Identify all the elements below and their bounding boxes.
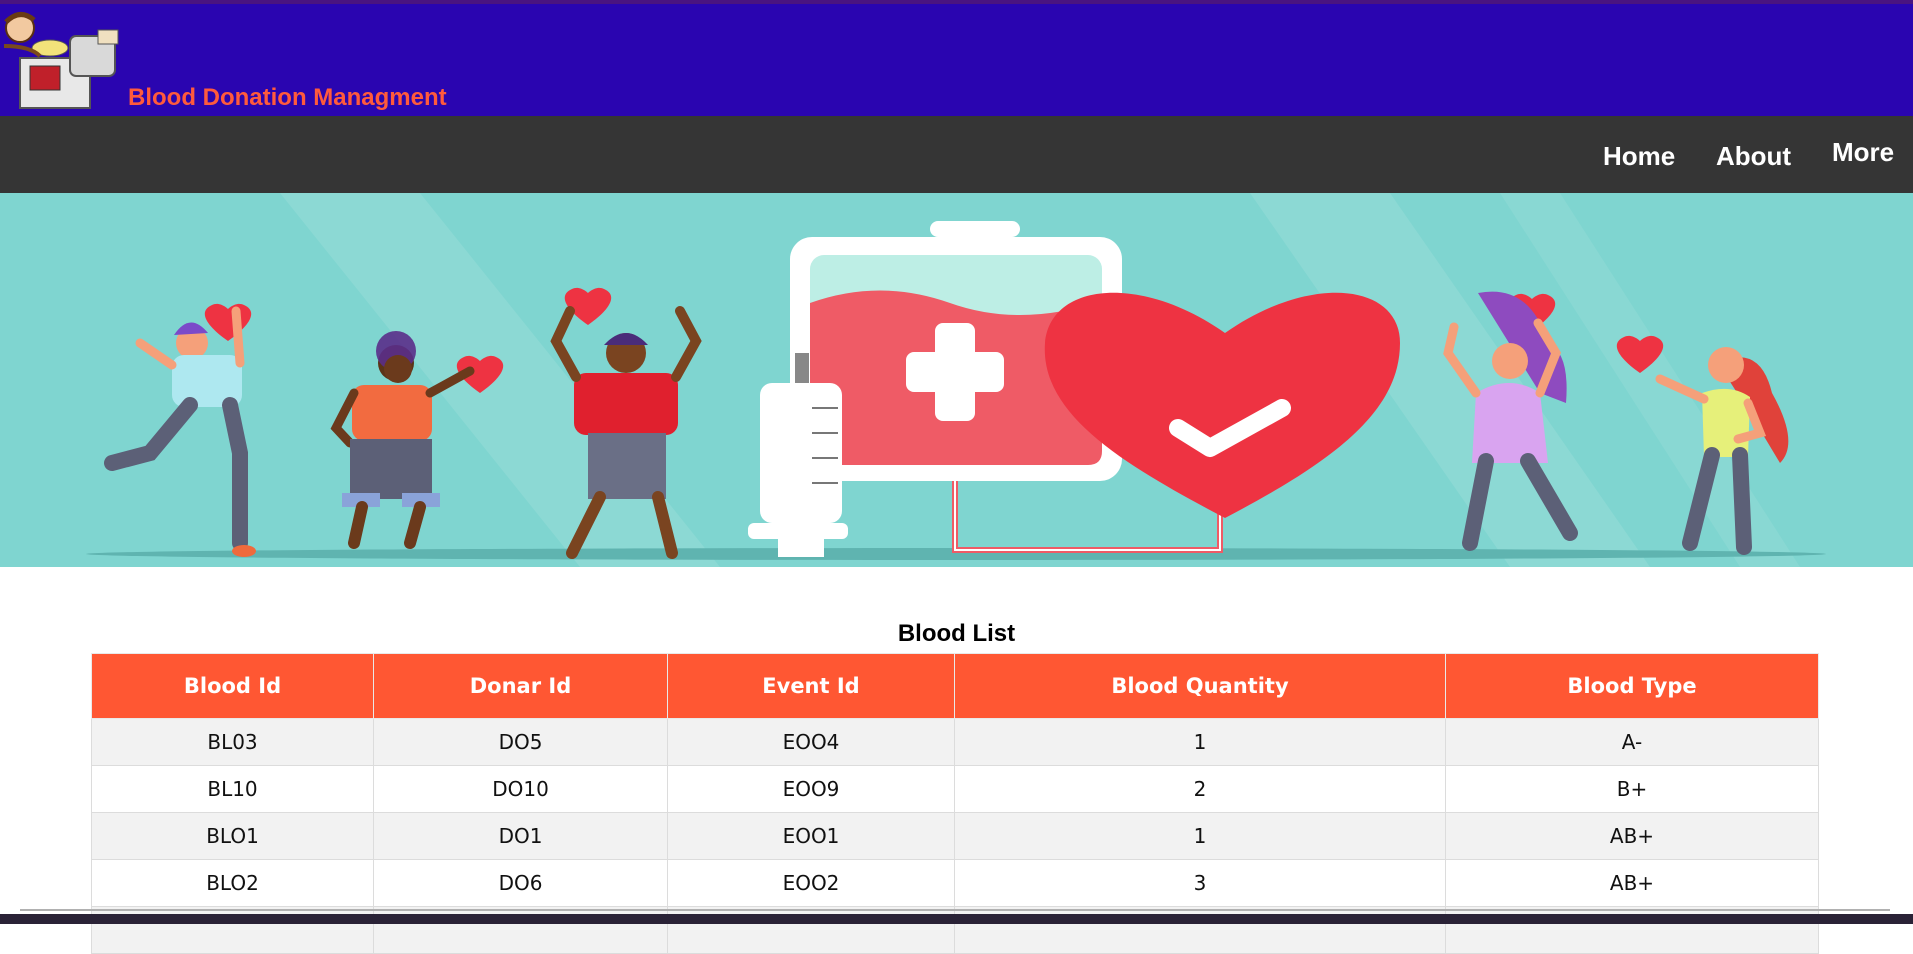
nav-home-link[interactable]: Home — [1603, 141, 1675, 172]
cell-blood-id: BLO2 — [91, 859, 374, 907]
main-nav: Home About More — [0, 116, 1913, 193]
column-header-event-id: Event Id — [667, 653, 955, 719]
column-header-blood-type: Blood Type — [1445, 653, 1819, 719]
cell-event-id: EOO1 — [667, 812, 955, 860]
cell-blood-quantity: 1 — [954, 812, 1446, 860]
cell-blood-quantity: 3 — [954, 859, 1446, 907]
table-row: BL03 DO5 EOO4 1 A- — [91, 718, 1819, 766]
cell-blood-quantity: 1 — [954, 718, 1446, 766]
cell-event-id: EOO2 — [667, 859, 955, 907]
table-row: BLO1 DO1 EOO1 1 AB+ — [91, 812, 1819, 860]
cell-blood-quantity: 2 — [954, 765, 1446, 813]
logo — [3, 12, 119, 109]
column-header-blood-id: Blood Id — [91, 653, 374, 719]
column-header-donar-id: Donar Id — [373, 653, 668, 719]
cell-blood-type: B+ — [1445, 765, 1819, 813]
app-title: Blood Donation Managment — [128, 84, 447, 111]
horizontal-scrollbar[interactable] — [20, 909, 1890, 911]
cell-donar-id: DO5 — [373, 718, 668, 766]
cell-event-id: EOO9 — [667, 765, 955, 813]
hero-banner — [0, 193, 1913, 567]
cell-blood-id: BL03 — [91, 718, 374, 766]
cell-donar-id: DO10 — [373, 765, 668, 813]
site-header: Blood Donation Managment — [0, 4, 1913, 116]
cell-blood-id: BLO1 — [91, 812, 374, 860]
cell-blood-id: BL10 — [91, 765, 374, 813]
cell-donar-id: DO1 — [373, 812, 668, 860]
nav-more-link[interactable]: More — [1832, 137, 1894, 168]
cell-blood-type: AB+ — [1445, 859, 1819, 907]
window-bottom-edge — [0, 914, 1913, 924]
table-row: BL10 DO10 EOO9 2 B+ — [91, 765, 1819, 813]
cell-event-id: EOO4 — [667, 718, 955, 766]
cell-donar-id: DO6 — [373, 859, 668, 907]
nav-about-link[interactable]: About — [1716, 141, 1791, 172]
blood-list-title: Blood List — [897, 620, 1016, 647]
table-row: BLO2 DO6 EOO2 3 AB+ — [91, 859, 1819, 907]
cell-blood-type: A- — [1445, 718, 1819, 766]
cell-blood-type: AB+ — [1445, 812, 1819, 860]
column-header-blood-quantity: Blood Quantity — [954, 653, 1446, 719]
table-header-row: Blood Id Donar Id Event Id Blood Quantit… — [91, 653, 1819, 719]
